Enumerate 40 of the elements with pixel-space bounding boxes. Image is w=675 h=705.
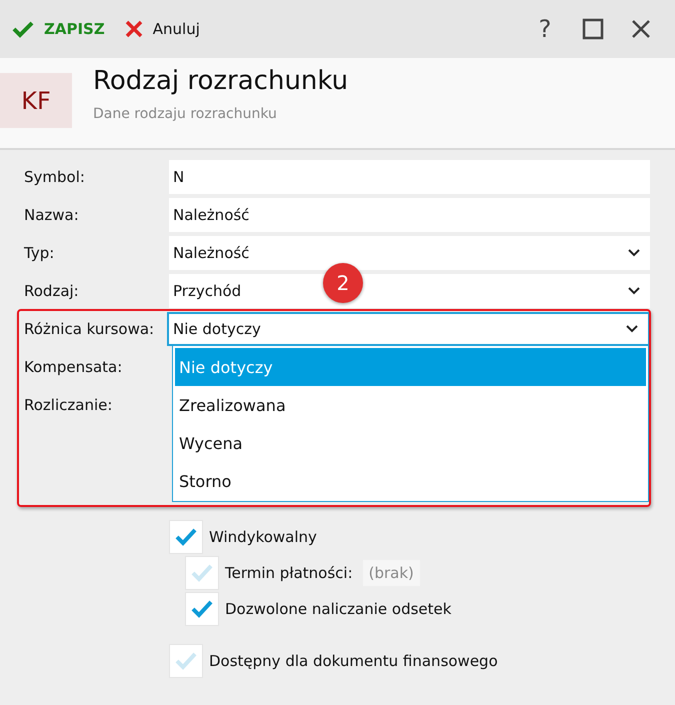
field-label: Różnica kursowa: xyxy=(23,320,156,338)
select-field[interactable]: Należność xyxy=(169,236,650,270)
field-label: Nazwa: xyxy=(23,206,80,224)
checkbox[interactable] xyxy=(185,556,219,590)
chevron-down-icon xyxy=(626,325,638,333)
cancel-button[interactable]: Anuluj xyxy=(122,16,202,42)
module-badge: KF xyxy=(0,73,72,128)
help-button[interactable]: ? xyxy=(521,9,569,49)
check-icon xyxy=(12,20,34,38)
field-label: Rozliczanie: xyxy=(23,396,114,414)
check-icon xyxy=(174,651,198,671)
check-icon xyxy=(190,563,214,583)
window-subtitle: Dane rodzaju rozrachunku xyxy=(93,106,278,122)
dropdown-option[interactable]: Zrealizowana xyxy=(175,386,646,424)
close-icon xyxy=(631,19,651,39)
select-field[interactable]: Nie dotyczy xyxy=(167,312,650,346)
field-label: Kompensata: xyxy=(23,358,124,376)
dropdown-option[interactable]: Storno xyxy=(175,462,646,500)
chevron-down-icon xyxy=(628,287,640,295)
input-field[interactable]: N xyxy=(169,160,650,194)
field-label: Typ: xyxy=(23,244,56,262)
save-button[interactable]: ZAPISZ xyxy=(10,16,107,42)
checkbox[interactable] xyxy=(185,592,219,626)
checkbox[interactable] xyxy=(169,520,203,554)
maximize-icon xyxy=(582,18,604,40)
check-icon xyxy=(190,599,214,619)
chevron-down-icon xyxy=(628,249,640,257)
checkbox-label: Termin płatności: xyxy=(225,564,353,582)
check-icon xyxy=(174,527,198,547)
checkbox-label: Dozwolone naliczanie odsetek xyxy=(225,600,452,618)
checkbox-label: Windykowalny xyxy=(209,528,317,546)
checkbox[interactable] xyxy=(169,644,203,678)
close-icon xyxy=(124,20,143,38)
field-label: Rodzaj: xyxy=(23,282,80,300)
value-field: (brak) xyxy=(362,560,420,586)
input-field[interactable]: Należność xyxy=(169,198,650,232)
checkbox-label: Dostępny dla dokumentu finansowego xyxy=(209,652,498,670)
field-label: Symbol: xyxy=(23,168,86,186)
dropdown-option[interactable]: Wycena xyxy=(175,424,646,462)
window-title: Rodzaj rozrachunku xyxy=(93,66,348,96)
